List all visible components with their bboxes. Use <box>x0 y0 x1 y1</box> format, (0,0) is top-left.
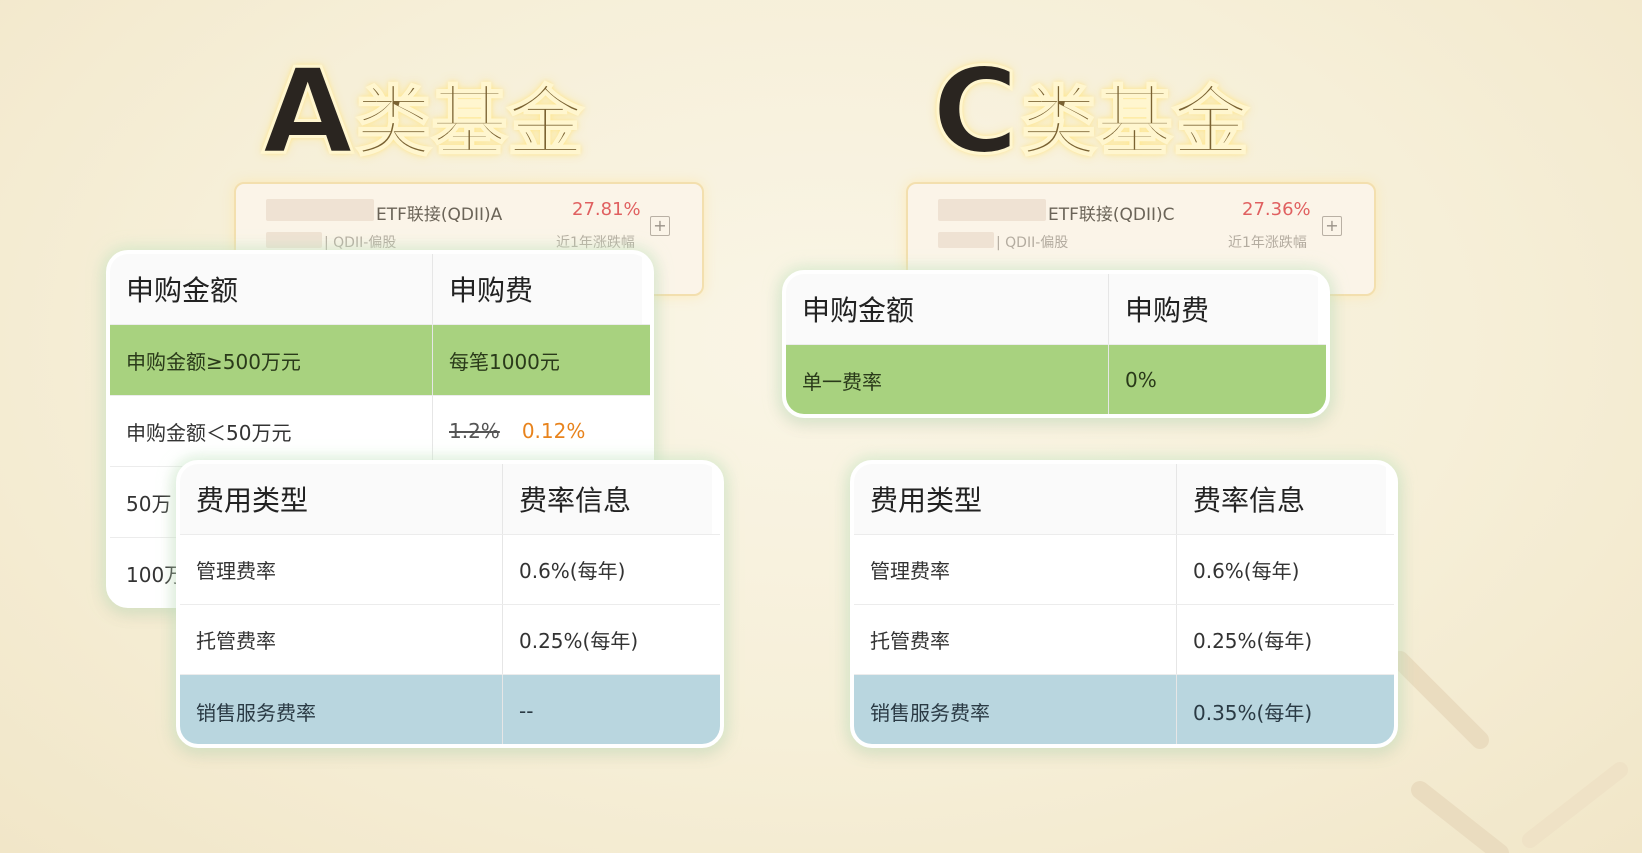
fund-c-title: C 类基金 <box>931 42 1250 180</box>
table-row: 申购金额＜50万元 1.2% 0.12% <box>110 395 650 466</box>
fund-a-title-text: 类基金 <box>354 77 584 166</box>
table-header-row: 费用类型 费率信息 <box>854 464 1394 534</box>
header-fee: 申购费 <box>1108 274 1318 344</box>
fund-c-subscription-table: 申购金额 申购费 单一费率 0% <box>782 270 1330 418</box>
fund-a-name: ETF联接(QDII)A <box>376 205 503 225</box>
fund-c-title-letter: C <box>931 42 1021 180</box>
row-fee-type: 管理费率 <box>196 559 276 583</box>
fund-a-return-label: 近1年涨跌幅 <box>556 235 635 251</box>
row-fee-type: 托管费率 <box>870 629 950 653</box>
row-fee-type: 销售服务费率 <box>196 700 316 725</box>
table-header-row: 费用类型 费率信息 <box>180 464 720 534</box>
row-fee: 每笔1000元 <box>432 325 642 395</box>
row-fee: 1.2% 0.12% <box>432 396 642 466</box>
header-amount: 申购金额 <box>110 254 432 324</box>
row-fee-rate: 0.35%(每年) <box>1176 675 1386 744</box>
table-row: 申购金额≥500万元 每笔1000元 <box>110 324 650 395</box>
fund-a-title-letter: A <box>260 42 354 180</box>
table-row: 管理费率 0.6%(每年) <box>854 534 1394 604</box>
fund-c-return-label: 近1年涨跌幅 <box>1228 235 1307 251</box>
row-fee-rate: -- <box>502 675 712 744</box>
table-row: 管理费率 0.6%(每年) <box>180 534 720 604</box>
header-fee-type: 费用类型 <box>854 464 1176 534</box>
fund-c-add-icon[interactable]: + <box>1322 216 1342 236</box>
row-amount: 单一费率 <box>802 369 882 394</box>
fund-a-return: 27.81% <box>572 199 641 220</box>
row-fee-type: 托管费率 <box>196 629 276 653</box>
row-amount: 申购金额≥500万元 <box>126 349 301 374</box>
table-row: 托管费率 0.25%(每年) <box>854 604 1394 674</box>
row-fee-type: 管理费率 <box>870 559 950 583</box>
fund-a-add-icon[interactable]: + <box>650 216 670 236</box>
row-fee-rate: 0.6%(每年) <box>1176 535 1386 604</box>
fund-c-name-redacted <box>938 199 1046 221</box>
fund-c-fee-table: 费用类型 费率信息 管理费率 0.6%(每年) 托管费率 0.25%(每年) 销… <box>850 460 1398 748</box>
header-fee-type: 费用类型 <box>180 464 502 534</box>
header-fee-rate: 费率信息 <box>502 464 712 534</box>
header-fee-rate: 费率信息 <box>1176 464 1386 534</box>
fund-c-category: | QDII-偏股 <box>996 235 1069 251</box>
fund-a-code-redacted <box>266 232 322 248</box>
table-row: 托管费率 0.25%(每年) <box>180 604 720 674</box>
row-amount: 申购金额＜50万元 <box>126 420 292 445</box>
fee-discount: 0.12% <box>521 419 586 443</box>
table-row: 销售服务费率 -- <box>180 674 720 744</box>
row-fee: 0% <box>1108 345 1318 414</box>
header-amount: 申购金额 <box>786 274 1108 344</box>
fund-a-name-redacted <box>266 199 374 221</box>
header-fee: 申购费 <box>432 254 642 324</box>
fund-c-return: 27.36% <box>1242 199 1311 220</box>
row-fee-rate: 0.25%(每年) <box>502 605 712 674</box>
fund-a-category: | QDII-偏股 <box>324 235 397 251</box>
fund-c-code-redacted <box>938 232 994 248</box>
row-fee-type: 销售服务费率 <box>870 700 990 725</box>
fund-c-title-text: 类基金 <box>1020 77 1250 166</box>
fee-original: 1.2% <box>449 419 500 443</box>
table-header-row: 申购金额 申购费 <box>786 274 1326 344</box>
fund-c-name: ETF联接(QDII)C <box>1048 205 1175 225</box>
table-row: 单一费率 0% <box>786 344 1326 414</box>
fund-a-fee-table: 费用类型 费率信息 管理费率 0.6%(每年) 托管费率 0.25%(每年) 销… <box>176 460 724 748</box>
table-row: 销售服务费率 0.35%(每年) <box>854 674 1394 744</box>
row-fee-rate: 0.25%(每年) <box>1176 605 1386 674</box>
fund-a-title: A 类基金 <box>260 42 584 180</box>
row-fee-rate: 0.6%(每年) <box>502 535 712 604</box>
decorative-arrows <box>1391 651 1628 853</box>
table-header-row: 申购金额 申购费 <box>110 254 650 324</box>
